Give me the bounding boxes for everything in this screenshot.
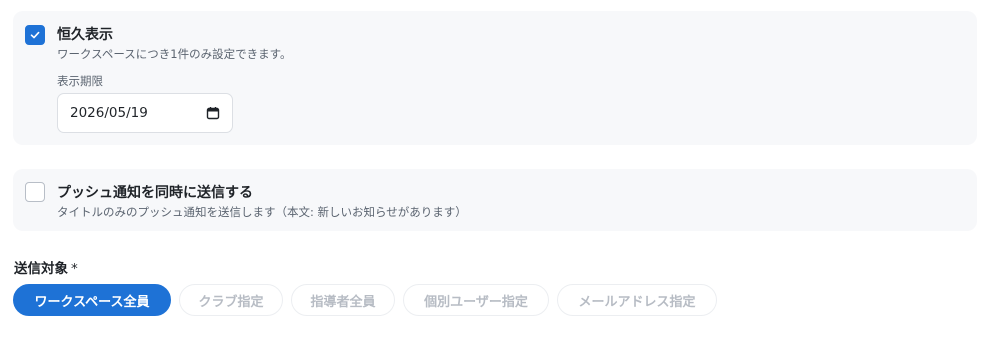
calendar-icon[interactable]: [206, 106, 220, 120]
target-chip-all-coaches[interactable]: 指導者全員: [291, 284, 395, 316]
send-target-label: 送信対象 *: [14, 257, 78, 277]
target-chip-club[interactable]: クラブ指定: [179, 284, 283, 316]
check-icon: [30, 31, 40, 39]
send-target-label-text: 送信対象: [14, 261, 68, 277]
push-notification-checkbox[interactable]: [25, 182, 45, 202]
push-notification-title: プッシュ通知を同時に送信する: [57, 185, 253, 201]
notification-settings-form: 恒久表示 ワークスペースにつき1件のみ設定できます。 表示期限 2026/05/…: [0, 0, 994, 342]
push-notification-card: プッシュ通知を同時に送信する タイトルのみのプッシュ通知を送信します（本文: 新…: [13, 169, 977, 231]
persistent-display-checkbox[interactable]: [25, 25, 45, 45]
target-chip-email-address[interactable]: メールアドレス指定: [557, 284, 717, 316]
persistent-display-card: 恒久表示 ワークスペースにつき1件のみ設定できます。 表示期限 2026/05/…: [13, 11, 977, 145]
required-mark: *: [71, 261, 78, 277]
push-notification-description: タイトルのみのプッシュ通知を送信します（本文: 新しいお知らせがあります）: [57, 205, 467, 219]
persistent-display-description: ワークスペースにつき1件のみ設定できます。: [57, 47, 292, 61]
target-chip-individual-users[interactable]: 個別ユーザー指定: [403, 284, 549, 316]
persistent-display-title: 恒久表示: [57, 27, 113, 43]
target-chip-all-workspace[interactable]: ワークスペース全員: [13, 284, 171, 316]
display-deadline-label: 表示期限: [57, 74, 103, 88]
display-deadline-value: 2026/05/19: [70, 105, 148, 121]
display-deadline-date-input[interactable]: 2026/05/19: [57, 93, 233, 133]
